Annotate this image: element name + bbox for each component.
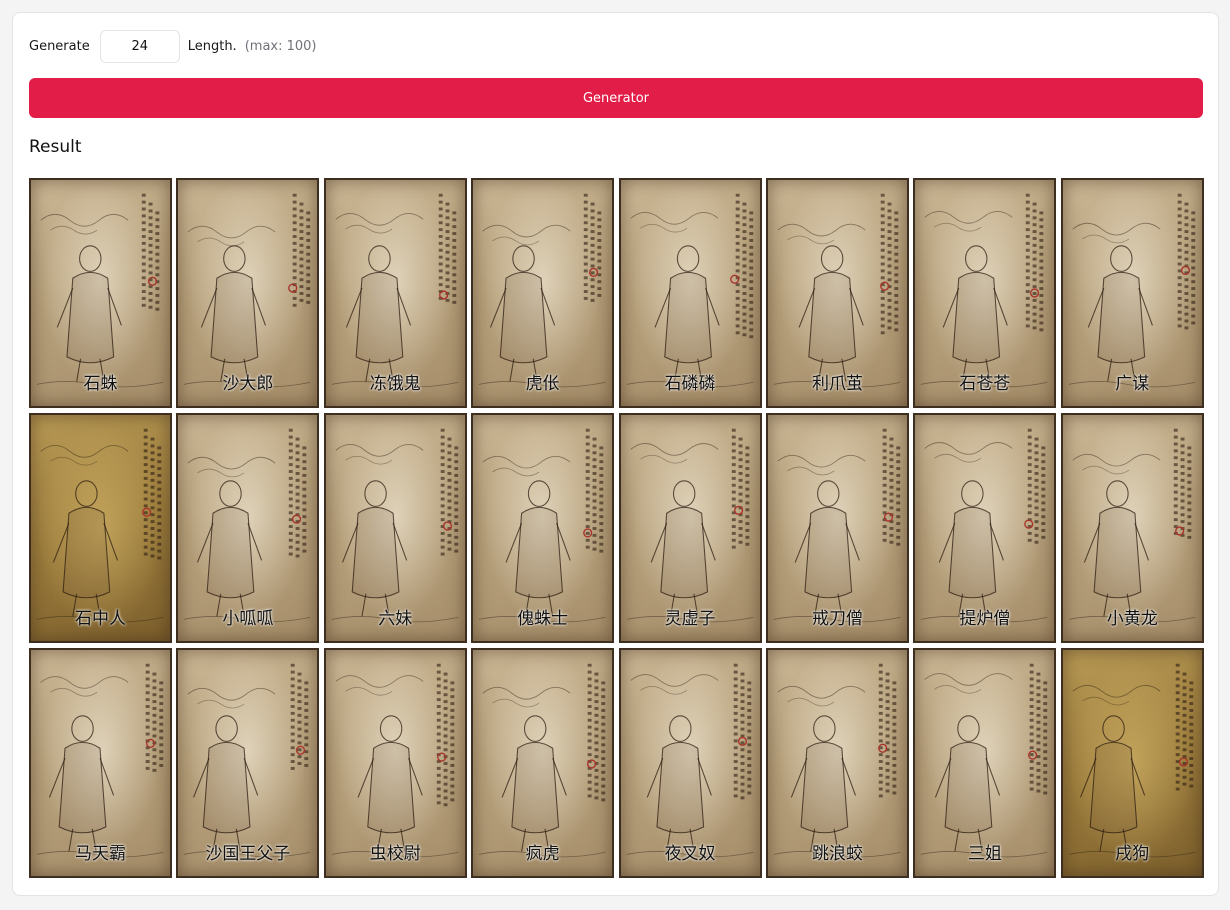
card-name: 石蛛 (83, 374, 118, 394)
length-controls: Generate Length. (max: 100) (29, 30, 317, 63)
card-name: 戒刀僧 (811, 609, 863, 629)
card-name: 冻饿鬼 (369, 374, 421, 394)
result-card[interactable]: 石磷磷 (618, 178, 762, 408)
result-card[interactable]: 石蛛 (29, 178, 172, 408)
card-name: 利爪茧 (811, 374, 863, 394)
card-name: 戌狗 (1115, 844, 1150, 864)
card-name: 马天霸 (75, 844, 126, 864)
card-name: 石苍苍 (959, 374, 1011, 394)
result-card[interactable]: 戒刀僧 (765, 413, 909, 643)
card-name: 石磷磷 (664, 374, 716, 394)
result-card[interactable]: 提炉僧 (913, 413, 1057, 643)
result-card[interactable]: 石中人 (29, 413, 172, 643)
card-name: 虎伥 (525, 374, 560, 394)
result-card[interactable]: 沙国王父子 (176, 648, 320, 878)
result-card[interactable]: 夜叉奴 (618, 648, 762, 878)
result-card[interactable]: 虫校尉 (323, 648, 467, 878)
card-name: 疯虎 (525, 844, 560, 864)
result-card[interactable]: 广谋 (1060, 178, 1204, 408)
card-name: 广谋 (1115, 374, 1150, 394)
length-input[interactable] (99, 30, 180, 63)
card-name: 六妹 (378, 609, 413, 629)
card-name: 虫校尉 (369, 844, 421, 864)
result-card[interactable]: 灵虚子 (618, 413, 762, 643)
generator-button[interactable]: Generator (29, 78, 1203, 118)
card-name: 跳浪蛟 (811, 844, 863, 864)
card-name: 沙大郎 (222, 374, 274, 394)
length-label: Length. (187, 39, 237, 54)
card-name: 石中人 (75, 609, 126, 629)
card-name: 夜叉奴 (664, 844, 716, 864)
card-name: 小呱呱 (222, 609, 274, 629)
card-name: 三姐 (967, 844, 1002, 864)
result-card[interactable]: 小呱呱 (176, 413, 320, 643)
generator-panel: Generate Length. (max: 100) Generator Re… (12, 12, 1219, 896)
generate-label: Generate (29, 39, 90, 54)
result-card[interactable]: 戌狗 (1060, 648, 1204, 878)
result-card[interactable]: 傀蛛士 (471, 413, 615, 643)
result-grid: 石蛛 沙大郎 冻饿鬼 虎伥 石磷磷 利爪茧 石苍苍 广谋石中人 小呱呱 六妹 傀蛛士 灵虚子 戒刀僧 提炉… (29, 178, 1204, 878)
result-card[interactable]: 虎伥 (471, 178, 615, 408)
result-card[interactable]: 冻饿鬼 (323, 178, 467, 408)
result-card[interactable]: 小黄龙 (1060, 413, 1204, 643)
result-card[interactable]: 跳浪蛟 (765, 648, 909, 878)
result-card[interactable]: 马天霸 (29, 648, 172, 878)
result-card[interactable]: 疯虎 (471, 648, 615, 878)
card-name: 沙国王父子 (205, 844, 291, 864)
result-card[interactable]: 石苍苍 (913, 178, 1057, 408)
card-name: 灵虚子 (664, 609, 716, 629)
result-card[interactable]: 沙大郎 (176, 178, 320, 408)
result-card[interactable]: 三姐 (913, 648, 1057, 878)
result-card[interactable]: 六妹 (323, 413, 467, 643)
card-name: 傀蛛士 (517, 609, 569, 629)
result-card[interactable]: 利爪茧 (765, 178, 909, 408)
card-name: 小黄龙 (1106, 609, 1158, 629)
result-heading: Result (29, 137, 82, 157)
card-name: 提炉僧 (959, 609, 1011, 629)
max-hint: (max: 100) (244, 39, 317, 54)
